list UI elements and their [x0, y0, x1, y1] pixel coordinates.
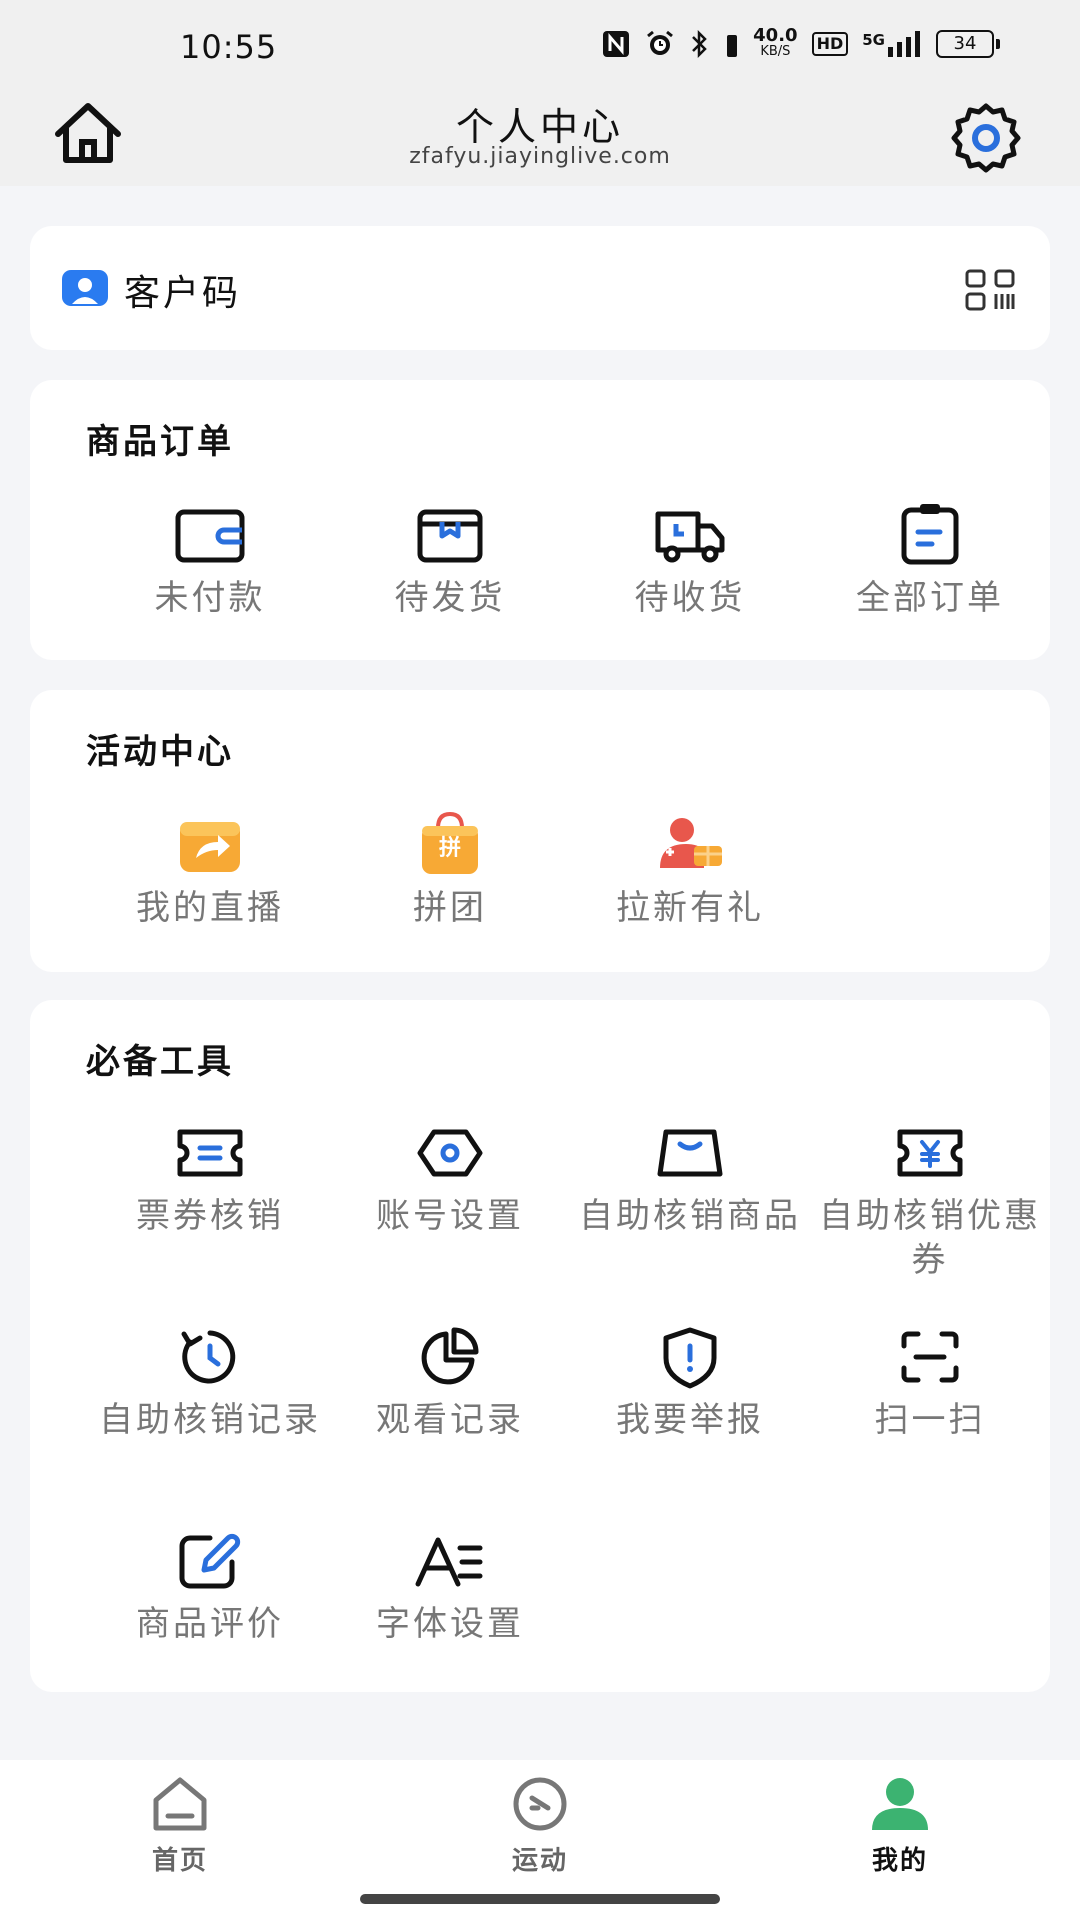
pie-chart-icon — [421, 1327, 479, 1385]
tool-ticket-verify[interactable]: 票券核销 — [90, 1118, 330, 1238]
coupon-yuan-icon — [897, 1129, 963, 1177]
tab-sport[interactable]: 运动 — [440, 1774, 640, 1877]
truck-icon — [655, 511, 725, 563]
network-speed: 40.0 KB/S — [753, 25, 798, 60]
activity-item-live[interactable]: 我的直播 — [90, 810, 330, 930]
edit-pen-icon — [179, 1533, 241, 1589]
qr-code-icon[interactable] — [964, 268, 1016, 312]
order-item-label: 待收货 — [634, 578, 746, 618]
status-time: 10:55 — [180, 28, 278, 66]
tool-label: 自助核销记录 — [99, 1400, 321, 1440]
tool-self-verify-coupon[interactable]: 自助核销优惠券 — [810, 1118, 1050, 1282]
bag-icon — [657, 1129, 723, 1177]
tools-title: 必备工具 — [86, 1042, 234, 1082]
tool-self-verify-records[interactable]: 自助核销记录 — [90, 1322, 330, 1442]
home-indicator[interactable] — [360, 1894, 720, 1904]
orders-title: 商品订单 — [86, 422, 234, 462]
activity-item-group-buy[interactable]: 拼 拼团 — [330, 810, 570, 930]
customer-code-card[interactable]: 客户码 — [30, 226, 1050, 350]
signal-icon — [888, 31, 920, 57]
ticket-icon — [177, 1129, 243, 1177]
signal-group: 5G — [862, 31, 922, 57]
activity-item-label: 拼团 — [413, 888, 487, 928]
battery-saver-icon — [727, 35, 738, 57]
tool-label: 观看记录 — [376, 1400, 524, 1440]
nfc-icon — [603, 31, 630, 57]
order-item-label: 未付款 — [154, 578, 266, 618]
top-nav-bar: 个人中心 zfafyu.jiayinglive.com — [0, 96, 1080, 186]
battery-level: 34 — [936, 30, 994, 58]
order-item-to-ship[interactable]: 待发货 — [330, 500, 570, 620]
wallet-icon — [175, 509, 245, 563]
activity-item-label: 拉新有礼 — [616, 888, 764, 928]
scan-icon — [901, 1331, 959, 1383]
status-icons: 40.0 KB/S HD 5G 34 — [601, 25, 1000, 60]
tool-self-verify-goods[interactable]: 自助核销商品 — [570, 1118, 810, 1238]
activity-card: 活动中心 我的直播 拼 拼团 拉新有礼 — [30, 690, 1050, 972]
tool-label: 自助核销商品 — [579, 1196, 801, 1236]
orders-card: 商品订单 未付款 待发货 待收货 全部订单 — [30, 380, 1050, 660]
profile-tab-icon — [872, 1778, 928, 1830]
page-url: zfafyu.jiayinglive.com — [409, 144, 671, 169]
tab-profile[interactable]: 我的 — [800, 1774, 1000, 1877]
customer-code-label: 客户码 — [124, 273, 242, 314]
sport-tab-icon — [513, 1777, 567, 1831]
tool-label: 票券核销 — [136, 1196, 284, 1236]
speed-value: 40.0 — [753, 25, 798, 46]
tool-label: 账号设置 — [376, 1196, 524, 1236]
hexagon-settings-icon — [417, 1129, 483, 1177]
font-icon — [415, 1537, 483, 1587]
tools-card: 必备工具 票券核销 账号设置 自助核销商品 自助核销优惠券 自助核销记录 观看记… — [30, 1000, 1050, 1692]
activity-item-label: 我的直播 — [136, 888, 284, 928]
network-type: 5G — [862, 31, 885, 49]
tool-label: 扫一扫 — [874, 1400, 986, 1440]
tool-product-review[interactable]: 商品评价 — [90, 1526, 330, 1646]
order-item-all[interactable]: 全部订单 — [810, 500, 1050, 620]
battery-icon: 34 — [936, 30, 1000, 58]
tool-watch-history[interactable]: 观看记录 — [330, 1322, 570, 1442]
order-item-label: 待发货 — [394, 578, 506, 618]
tool-label: 字体设置 — [376, 1604, 524, 1644]
order-item-to-receive[interactable]: 待收货 — [570, 500, 810, 620]
home-tab-icon — [153, 1777, 207, 1831]
tool-label: 我要举报 — [616, 1400, 764, 1440]
bluetooth-icon — [692, 29, 707, 59]
order-item-label: 全部订单 — [856, 578, 1004, 618]
tool-account-settings[interactable]: 账号设置 — [330, 1118, 570, 1238]
hd-badge: HD — [811, 32, 849, 56]
page-title: 个人中心 — [455, 105, 624, 149]
invite-gift-icon — [660, 818, 722, 868]
alarm-icon — [647, 30, 674, 55]
clipboard-icon — [901, 504, 959, 565]
customer-avatar-icon — [62, 270, 108, 306]
group-buy-badge: 拼 — [438, 836, 461, 861]
tab-label: 运动 — [511, 1846, 568, 1876]
tool-font-settings[interactable]: 字体设置 — [330, 1526, 570, 1646]
speed-unit: KB/S — [760, 44, 791, 59]
customer-code-left: 客户码 — [62, 264, 241, 316]
activity-item-invite[interactable]: 拉新有礼 — [570, 810, 810, 930]
tool-label: 自助核销优惠券 — [819, 1196, 1041, 1280]
history-clock-icon — [181, 1330, 236, 1384]
box-icon — [417, 509, 483, 563]
tab-label: 我的 — [871, 1846, 928, 1876]
tool-report[interactable]: 我要举报 — [570, 1322, 810, 1442]
tab-home[interactable]: 首页 — [80, 1774, 280, 1877]
order-item-unpaid[interactable]: 未付款 — [90, 500, 330, 620]
shield-alert-icon — [663, 1327, 717, 1389]
status-bar: 10:55 40.0 KB/S HD 5G 34 — [0, 0, 1080, 96]
gear-icon[interactable] — [948, 100, 1024, 176]
tool-scan[interactable]: 扫一扫 — [810, 1322, 1050, 1442]
tool-label: 商品评价 — [136, 1604, 284, 1644]
activity-title: 活动中心 — [86, 732, 234, 772]
tab-label: 首页 — [151, 1846, 208, 1876]
live-share-icon — [180, 822, 240, 872]
